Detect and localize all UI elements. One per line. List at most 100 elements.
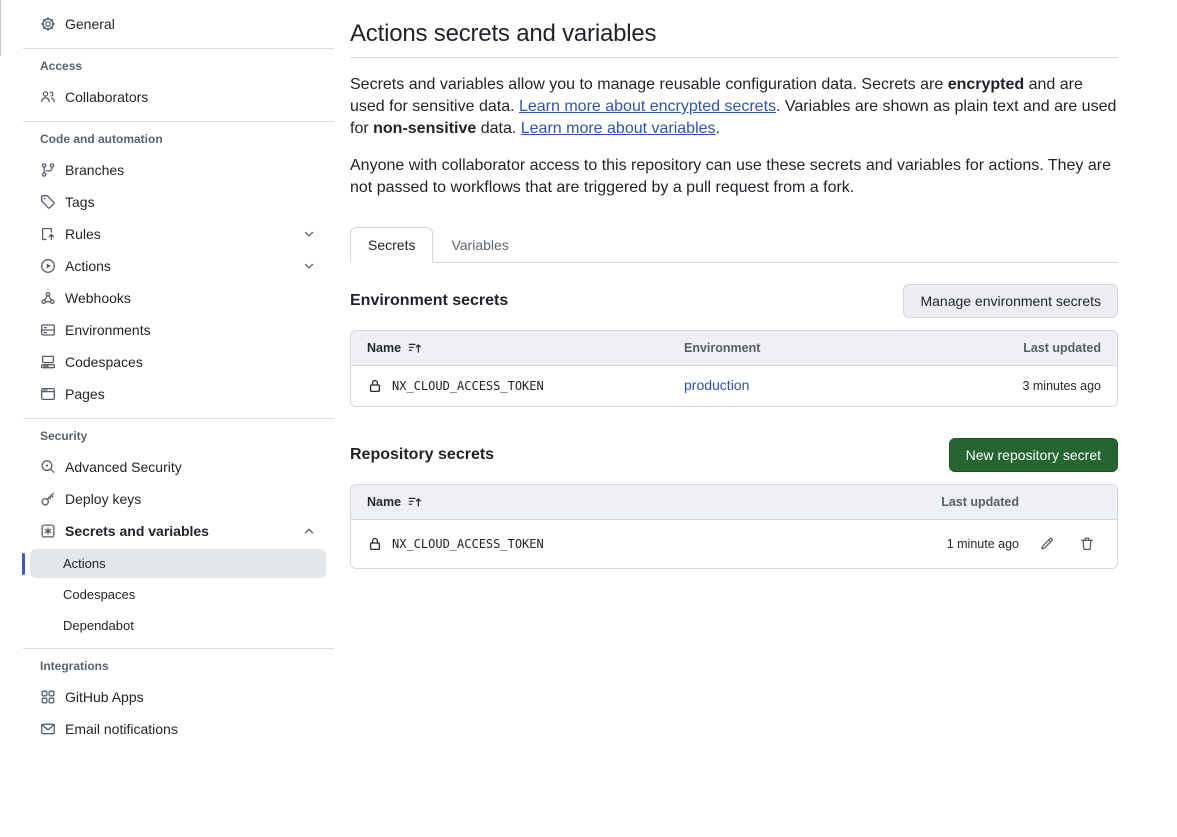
sidebar-item-actions[interactable]: Actions (0, 250, 334, 282)
sidebar-item-label: GitHub Apps (65, 689, 144, 705)
sidebar-item-webhooks[interactable]: Webhooks (0, 282, 334, 314)
sidebar-section-security: Security (0, 429, 334, 443)
sidebar-subitem-label: Codespaces (63, 587, 135, 602)
chevron-down-icon (302, 227, 316, 241)
sidebar-item-pages[interactable]: Pages (0, 378, 334, 410)
page-title: Actions secrets and variables (350, 20, 1118, 48)
sidebar-item-label: Rules (65, 226, 101, 242)
environment-secrets-table-header: Name Environment Last updated (351, 331, 1117, 365)
sidebar-item-tags[interactable]: Tags (0, 186, 334, 218)
sidebar-item-codespaces[interactable]: Codespaces (0, 346, 334, 378)
sidebar-item-advanced-security[interactable]: Advanced Security (0, 451, 334, 483)
sidebar-item-label: Actions (65, 258, 111, 274)
sidebar-subitem-dependabot[interactable]: Dependabot (30, 611, 326, 640)
sidebar-item-environments[interactable]: Environments (0, 314, 334, 346)
page-header: Actions secrets and variables (350, 20, 1118, 58)
sidebar-subitem-label: Dependabot (63, 618, 134, 633)
sidebar-item-general[interactable]: General (0, 8, 334, 40)
sidebar-item-label: Webhooks (65, 290, 131, 306)
sidebar-item-label: Advanced Security (65, 459, 182, 475)
intro-bold-non-sensitive: non-sensitive (373, 120, 476, 137)
lock-icon (367, 378, 383, 394)
secret-asterisk-icon (40, 523, 56, 539)
column-header-label: Name (367, 341, 401, 355)
server-icon (40, 322, 56, 338)
repository-secrets-header: Repository secrets New repository secret (350, 438, 1118, 472)
sidebar-item-label: Environments (65, 322, 151, 338)
tab-variables[interactable]: Variables (433, 227, 526, 263)
sidebar-item-email-notifications[interactable]: Email notifications (0, 713, 334, 745)
environment-secrets-table: Name Environment Last updated NX_CLOUD_A… (350, 330, 1118, 407)
sort-ascending-icon (408, 495, 422, 509)
last-updated-cell: 1 minute ago (909, 537, 1019, 551)
sidebar-item-github-apps[interactable]: GitHub Apps (0, 681, 334, 713)
sidebar-divider (23, 418, 334, 419)
sidebar-section-integrations: Integrations (0, 659, 334, 673)
sidebar-item-rules[interactable]: Rules (0, 218, 334, 250)
column-header-name[interactable]: Name (351, 495, 909, 509)
sidebar-divider (23, 648, 334, 649)
secret-name-cell: NX_CLOUD_ACCESS_TOKEN (351, 536, 909, 552)
intro-text-segment: . (716, 120, 720, 137)
sidebar-item-deploy-keys[interactable]: Deploy keys (0, 483, 334, 515)
manage-environment-secrets-button[interactable]: Manage environment secrets (903, 284, 1118, 318)
intro-bold-encrypted: encrypted (948, 76, 1024, 93)
git-branch-icon (40, 162, 56, 178)
main-content: Actions secrets and variables Secrets an… (350, 0, 1118, 569)
column-header-label: Name (367, 495, 401, 509)
secret-name: NX_CLOUD_ACCESS_TOKEN (392, 537, 544, 551)
sidebar-subitem-actions[interactable]: Actions (30, 549, 326, 578)
delete-secret-button[interactable] (1079, 536, 1095, 552)
chevron-up-icon (302, 524, 316, 538)
settings-sidebar: General Access Collaborators Code and au… (0, 0, 334, 745)
environment-secret-row: NX_CLOUD_ACCESS_TOKEN production 3 minut… (351, 365, 1117, 406)
secrets-variables-tabs: Secrets Variables (350, 226, 1118, 263)
column-header-last-updated: Last updated (909, 495, 1019, 509)
secret-name-cell: NX_CLOUD_ACCESS_TOKEN (351, 378, 684, 394)
link-learn-encrypted-secrets[interactable]: Learn more about encrypted secrets (519, 98, 776, 115)
codescan-icon (40, 459, 56, 475)
tab-secrets[interactable]: Secrets (350, 227, 433, 263)
sidebar-item-label: Deploy keys (65, 491, 141, 507)
link-learn-variables[interactable]: Learn more about variables (521, 120, 716, 137)
lock-icon (367, 536, 383, 552)
sidebar-item-secrets-and-variables[interactable]: Secrets and variables (0, 515, 334, 547)
repository-secrets-table: Name Last updated NX_CLOUD_ACCESS_TOKEN … (350, 484, 1118, 569)
column-header-environment: Environment (684, 341, 1023, 355)
repository-secrets-table-header: Name Last updated (351, 485, 1117, 519)
environment-secrets-header: Environment secrets Manage environment s… (350, 284, 1118, 318)
repository-secret-row: NX_CLOUD_ACCESS_TOKEN 1 minute ago (351, 519, 1117, 568)
column-header-name[interactable]: Name (351, 341, 684, 355)
chevron-down-icon (302, 259, 316, 273)
mail-icon (40, 721, 56, 737)
sidebar-item-label: Collaborators (65, 89, 148, 105)
environment-secrets-heading: Environment secrets (350, 292, 508, 310)
trash-icon (1079, 536, 1095, 552)
environment-link[interactable]: production (684, 377, 749, 393)
sidebar-item-collaborators[interactable]: Collaborators (0, 81, 334, 113)
tag-icon (40, 194, 56, 210)
environment-cell: production (684, 377, 1022, 395)
sidebar-item-branches[interactable]: Branches (0, 154, 334, 186)
last-updated-cell: 3 minutes ago (1022, 379, 1117, 393)
webhook-icon (40, 290, 56, 306)
intro-text: Secrets and variables allow you to manag… (350, 74, 1118, 199)
edit-secret-button[interactable] (1039, 536, 1055, 552)
apps-grid-icon (40, 689, 56, 705)
sidebar-section-access: Access (0, 59, 334, 73)
codespaces-icon (40, 354, 56, 370)
sidebar-item-label: Secrets and variables (65, 523, 209, 539)
play-circle-icon (40, 258, 56, 274)
sidebar-divider (23, 48, 334, 49)
sidebar-subitem-codespaces[interactable]: Codespaces (30, 580, 326, 609)
intro-paragraph-2: Anyone with collaborator access to this … (350, 155, 1118, 199)
intro-text-segment: Secrets and variables allow you to manag… (350, 76, 948, 93)
gear-icon (40, 16, 56, 32)
new-repository-secret-button[interactable]: New repository secret (949, 438, 1118, 472)
sidebar-item-label: Pages (65, 386, 105, 402)
sidebar-item-label: Branches (65, 162, 124, 178)
sidebar-item-label: Tags (65, 194, 95, 210)
intro-paragraph-1: Secrets and variables allow you to manag… (350, 74, 1118, 140)
sidebar-item-label: General (65, 16, 115, 32)
secret-name: NX_CLOUD_ACCESS_TOKEN (392, 379, 544, 393)
